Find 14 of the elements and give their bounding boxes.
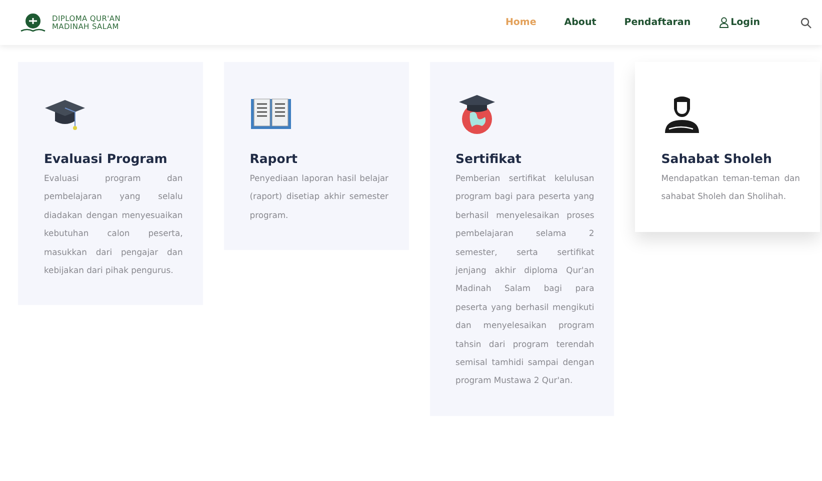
nav-link[interactable]: Pendaftaran [624,17,691,28]
card-description: Pemberian sertifikat kelulusan program bagi para peserta yang berhasil menyelesaikan proses pembelajaran selama 2 semester, serta sertifikat jenjang akhir diploma Qur'an Madinah Salam bagi para peserta yang berhasil mengikuti dan menyelesaikan program tahsin dari program terendah semisal tamhidi sampai dengan program Mustawa 2 Qur'an. [456,172,594,388]
card-title: Evaluasi Program [44,151,168,166]
card-title: Sertifikat [456,151,522,166]
nav-link[interactable]: Login [718,17,760,28]
nav-link[interactable]: About [564,17,596,28]
card-description: Mendapatkan teman-teman dan sahabat Sholeh dan Sholihah. [661,172,800,204]
card-title: Raport [250,151,298,166]
user-icon [718,17,729,28]
card-description: Evaluasi program dan pembelajaran yang selalu diadakan dengan menyesuaikan kebutuhan calon peserta, masukkan dari pengajar dan kebijakan dari pihak pengurus. [44,172,183,278]
search-icon[interactable] [800,16,812,28]
logo-icon[interactable] [20,12,46,34]
card-title: Sahabat Sholeh [661,151,773,166]
card-description: Penyediaan laporan hasil belajar (raport) disetiap akhir semester program. [250,172,388,222]
